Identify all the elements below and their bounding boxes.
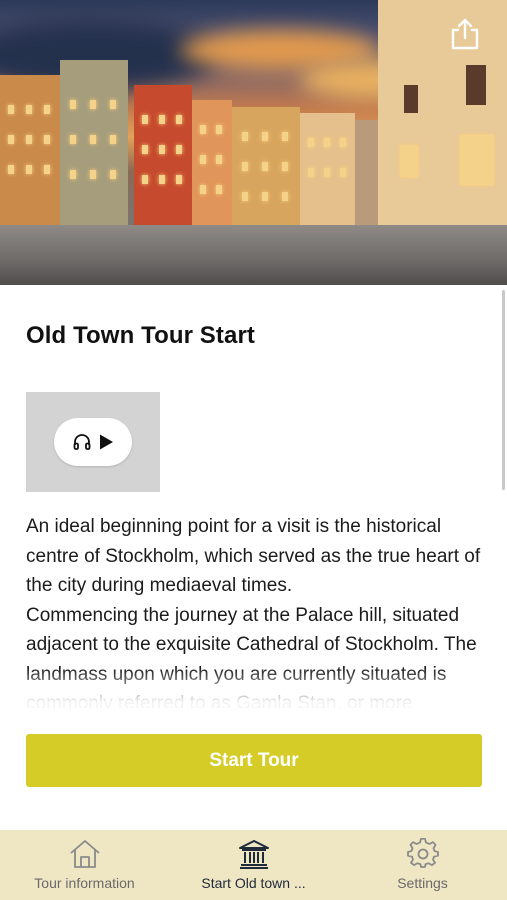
cobblestone-square (0, 225, 507, 285)
nav-item-settings[interactable]: Settings (338, 830, 507, 900)
building (378, 0, 507, 225)
share-upload-icon (451, 18, 479, 50)
building (355, 120, 380, 225)
hero-image (0, 0, 507, 285)
share-button[interactable] (445, 14, 485, 54)
audio-play-button[interactable] (54, 418, 132, 466)
headphones-icon (73, 434, 91, 450)
text-fade-overlay (26, 668, 488, 708)
nav-item-start-old-town[interactable]: Start Old town ... (169, 830, 338, 900)
nav-item-tour-information[interactable]: Tour information (0, 830, 169, 900)
tour-description: An ideal beginning point for a visit is … (26, 512, 488, 708)
building (60, 60, 128, 225)
building (134, 85, 192, 225)
start-tour-button[interactable]: Start Tour (26, 734, 482, 787)
description-paragraph: An ideal beginning point for a visit is … (26, 516, 481, 596)
building (300, 113, 355, 225)
page-title: Old Town Tour Start (26, 322, 255, 349)
nav-label: Tour information (34, 875, 135, 891)
building (0, 75, 62, 225)
nav-label: Settings (397, 875, 448, 891)
home-icon (69, 840, 100, 868)
landmark-icon (238, 840, 269, 869)
play-icon (100, 434, 113, 450)
gear-icon (406, 838, 439, 868)
scrollbar[interactable] (502, 290, 505, 490)
building (192, 100, 232, 225)
audio-player (26, 392, 160, 492)
nav-label: Start Old town ... (201, 875, 306, 891)
building (232, 107, 300, 225)
bottom-navigation: Tour information Start Old town ... Sett… (0, 830, 507, 900)
